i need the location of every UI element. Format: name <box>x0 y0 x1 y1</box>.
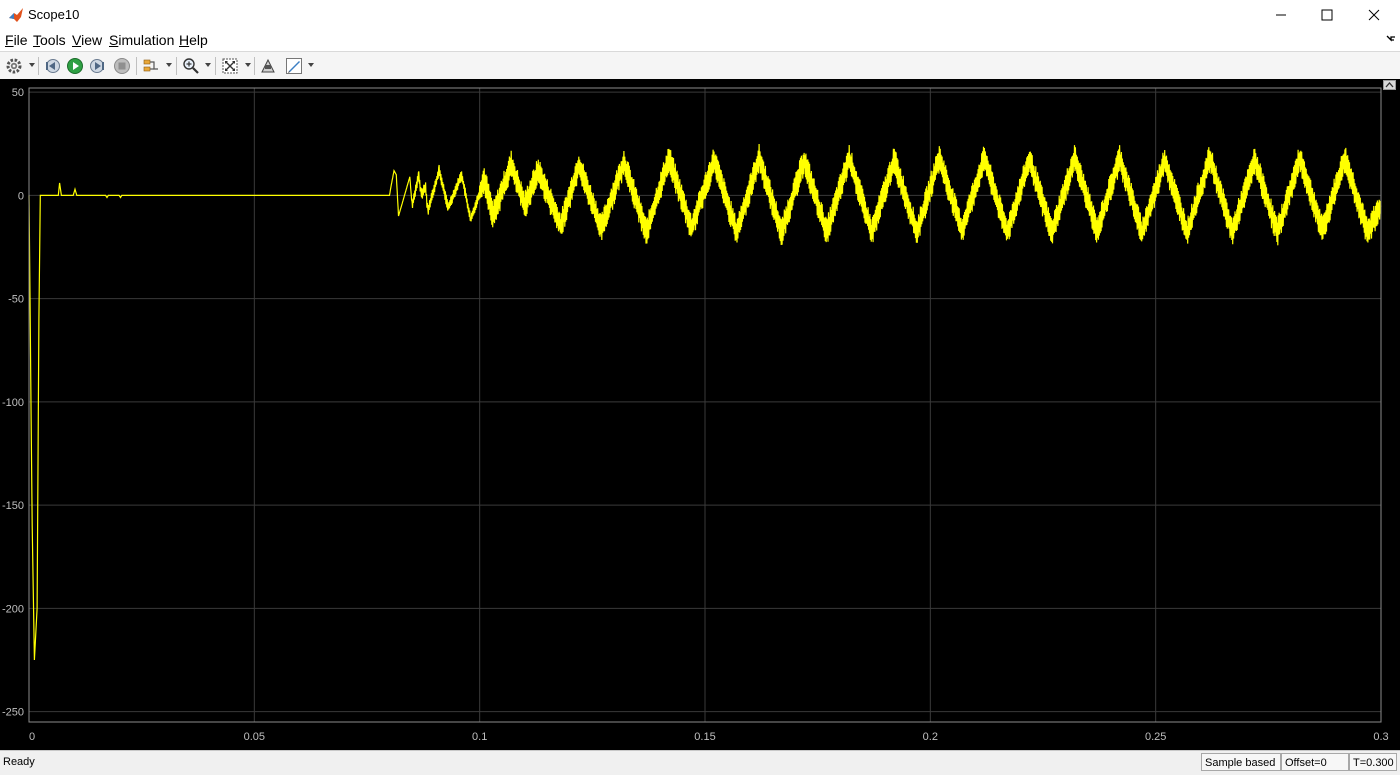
menu-tools-mnemonic: T <box>33 32 40 48</box>
x-tick-label: 0.15 <box>694 731 715 743</box>
maximize-button[interactable] <box>1304 0 1350 30</box>
step-back-button[interactable] <box>42 56 62 76</box>
menu-help[interactable]: Help <box>179 32 208 48</box>
maximize-icon <box>1321 9 1333 21</box>
y-tick-label: 50 <box>12 87 24 99</box>
toolbar <box>0 51 1400 80</box>
style-button[interactable] <box>284 56 304 76</box>
highlight-button[interactable] <box>141 56 161 76</box>
y-tick-label: -200 <box>2 603 24 615</box>
highlight-icon <box>143 59 158 72</box>
toolbar-separator <box>215 57 216 75</box>
menu-help-mnemonic: H <box>179 32 190 48</box>
minimize-button[interactable] <box>1258 0 1304 30</box>
toolbar-separator <box>38 57 39 75</box>
step-forward-button[interactable] <box>88 56 108 76</box>
menu-file[interactable]: File <box>5 32 28 48</box>
menu-file-label: ile <box>13 32 28 48</box>
settings-dropdown-icon[interactable] <box>29 62 35 68</box>
zoom-button[interactable] <box>181 56 201 76</box>
x-tick-label: 0 <box>29 731 35 743</box>
menu-tools[interactable]: Tools <box>33 32 66 48</box>
offset-field: Offset=0 <box>1281 753 1349 771</box>
y-tick-label: 0 <box>18 190 24 202</box>
status-text: Ready <box>3 756 35 768</box>
highlight-dropdown-icon[interactable] <box>166 62 172 68</box>
stop-button[interactable] <box>112 56 132 76</box>
toolbar-separator <box>136 57 137 75</box>
menu-simulation-mnemonic: S <box>109 32 119 48</box>
settings-button[interactable] <box>4 56 24 76</box>
zoom-icon <box>183 58 199 74</box>
menu-simulation[interactable]: Simulation <box>109 32 174 48</box>
x-tick-label: 0.25 <box>1145 731 1166 743</box>
window-title: Scope10 <box>28 7 80 22</box>
signal-select-icon <box>261 58 275 73</box>
matlab-logo-icon <box>9 8 23 22</box>
zoom-dropdown-icon[interactable] <box>205 62 211 68</box>
style-icon <box>286 58 302 74</box>
run-button[interactable] <box>65 56 85 76</box>
y-tick-label: -100 <box>2 397 24 409</box>
settings-icon <box>6 58 22 74</box>
stop-icon <box>114 58 130 74</box>
menu-view-label: iew <box>81 32 103 48</box>
close-icon <box>1368 9 1380 21</box>
status-bar: Ready Sample based Offset=0 T=0.300 <box>0 750 1400 775</box>
close-button[interactable] <box>1351 0 1397 30</box>
autoscale-dropdown-icon[interactable] <box>245 62 251 68</box>
x-tick-label: 0.3 <box>1373 731 1388 743</box>
menu-tools-label: ools <box>40 32 66 48</box>
title-bar: Scope10 <box>0 0 1400 30</box>
x-tick-label: 0.2 <box>923 731 938 743</box>
menu-bar: File Tools View Simulation Help <box>0 30 1400 51</box>
menu-help-label: elp <box>189 32 208 48</box>
signal-select-button[interactable] <box>258 56 278 76</box>
scope-display[interactable]: 0 0.05 0.1 0.15 0.2 0.25 0.3 50 0 -50 -100 -150 -200… <box>0 79 1400 750</box>
step-forward-icon <box>90 59 104 73</box>
menu-view-mnemonic: V <box>72 32 82 48</box>
menu-simulation-label: imulation <box>118 32 175 48</box>
run-icon <box>67 58 83 74</box>
undock-arrow-icon[interactable] <box>1386 34 1396 44</box>
y-tick-label: -250 <box>2 707 24 719</box>
x-tick-label: 0.05 <box>244 731 265 743</box>
y-tick-label: -150 <box>2 500 24 512</box>
step-back-icon <box>46 59 60 73</box>
y-tick-label: -50 <box>8 294 24 306</box>
axes-restore-icon[interactable] <box>1383 80 1396 90</box>
menu-view[interactable]: View <box>72 32 102 48</box>
time-field: T=0.300 <box>1349 753 1397 771</box>
menu-file-mnemonic: F <box>5 32 14 48</box>
autoscale-button[interactable] <box>220 56 240 76</box>
sample-mode-field: Sample based <box>1201 753 1281 771</box>
autoscale-icon <box>222 58 238 74</box>
x-tick-label: 0.1 <box>472 731 487 743</box>
scope-plot[interactable]: 0 0.05 0.1 0.15 0.2 0.25 0.3 50 0 -50 -100 -150 -200… <box>0 79 1400 750</box>
toolbar-separator <box>176 57 177 75</box>
style-dropdown-icon[interactable] <box>308 62 314 68</box>
toolbar-separator <box>254 57 255 75</box>
minimize-icon <box>1276 14 1286 16</box>
